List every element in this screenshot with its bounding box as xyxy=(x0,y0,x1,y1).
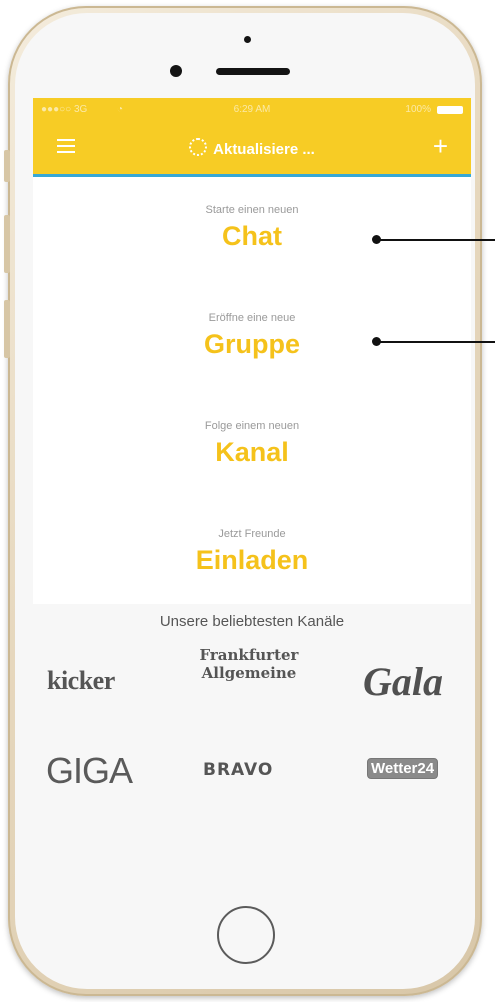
mute-switch xyxy=(4,150,10,182)
add-icon[interactable]: + xyxy=(433,133,448,159)
option-new-group[interactable]: Eröffne eine neue Gruppe xyxy=(33,285,471,394)
status-bar: ●●●○○ 3G ◔ 6:29 AM 100% xyxy=(33,98,471,122)
option-title: Chat xyxy=(222,221,282,251)
nav-bar: Aktualisiere ... + xyxy=(33,122,471,177)
faz-logo-line1: Frankfurter xyxy=(199,646,299,664)
proximity-sensor xyxy=(244,36,251,43)
loading-spinner-icon xyxy=(189,138,208,156)
popular-channels: Unsere beliebtesten Kanäle kicker Frankf… xyxy=(33,604,471,954)
option-title: Kanal xyxy=(215,437,289,467)
giga-logo[interactable]: GIGA xyxy=(46,750,133,792)
bravo-logo[interactable]: BRAVO xyxy=(203,760,273,780)
kicker-logo[interactable]: kicker xyxy=(47,666,115,696)
option-title: Gruppe xyxy=(203,329,300,359)
option-subtitle: Eröffne eine neue xyxy=(208,312,296,324)
battery-icon xyxy=(437,106,463,114)
front-camera-icon xyxy=(170,65,182,77)
option-subtitle: Jetzt Freunde xyxy=(218,528,286,540)
option-subtitle: Starte einen neuen xyxy=(205,204,299,216)
home-button[interactable] xyxy=(217,906,275,964)
wetter24-logo[interactable]: Wetter24 xyxy=(367,758,439,779)
volume-down-button xyxy=(4,300,10,358)
option-invite-friends[interactable]: Jetzt Freunde Einladen xyxy=(33,501,471,604)
callout-line xyxy=(376,239,495,241)
gala-logo[interactable]: Gala xyxy=(363,658,443,705)
option-subtitle: Folge einem neuen xyxy=(204,420,300,432)
nav-title: Aktualisiere ... xyxy=(33,138,471,158)
channels-heading: Unsere beliebtesten Kanäle xyxy=(159,613,345,630)
callout-line xyxy=(376,341,495,343)
volume-up-button xyxy=(4,215,10,273)
earpiece-speaker xyxy=(216,68,290,75)
faz-logo[interactable]: Frankfurter Allgemeine xyxy=(193,646,305,682)
option-title: Einladen xyxy=(195,545,309,575)
option-follow-channel[interactable]: Folge einem neuen Kanal xyxy=(33,393,471,502)
app-screen: ●●●○○ 3G ◔ 6:29 AM 100% Aktualisiere ...… xyxy=(33,98,471,604)
battery-percent: 100% xyxy=(405,104,431,115)
option-new-chat[interactable]: Starte einen neuen Chat xyxy=(33,177,471,286)
faz-logo-line2: Allgemeine xyxy=(201,664,297,682)
nav-title-text: Aktualisiere ... xyxy=(213,141,315,158)
